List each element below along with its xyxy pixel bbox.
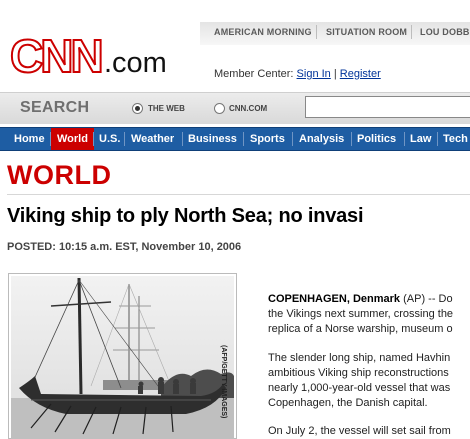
logo-brand: CNN <box>9 30 105 82</box>
article-line-text: (AP) -- Do <box>400 293 453 305</box>
top-nav-situation-room[interactable]: SITUATION ROOM <box>326 27 407 37</box>
nav-sports[interactable]: Sports <box>244 128 291 150</box>
member-center: Member Center: Sign In | Register <box>214 68 381 80</box>
article-paragraph-2: The slender long ship, named Havhin ambi… <box>268 351 470 411</box>
article-line: Copenhagen, the Danish capital. <box>268 397 428 409</box>
article-line: On July 2, the vessel will set sail from <box>268 425 451 437</box>
member-separator: | <box>333 68 337 80</box>
article-line: the Vikings next summer, crossing the <box>268 308 454 320</box>
article-line: COPENHAGEN, Denmark (AP) -- Do <box>268 292 470 307</box>
register-link[interactable]: Register <box>340 68 381 80</box>
top-nav-divider <box>316 25 317 39</box>
top-nav-american-morning[interactable]: AMERICAN MORNING <box>214 27 312 37</box>
nav-business[interactable]: Business <box>182 128 243 150</box>
posted-timestamp: POSTED: 10:15 a.m. EST, November 10, 200… <box>7 241 242 253</box>
section-title: WORLD <box>7 160 112 190</box>
nav-world[interactable]: World <box>51 128 94 150</box>
section-divider <box>7 194 470 195</box>
article-line: ambitious Viking ship reconstructions <box>268 367 449 379</box>
article-line: The slender long ship, named Havhin <box>268 352 451 364</box>
logo-suffix: .com <box>104 47 167 79</box>
nav-politics[interactable]: Politics <box>351 128 402 150</box>
search-label: SEARCH <box>20 99 90 116</box>
search-web-label[interactable]: THE WEB <box>148 104 185 113</box>
nav-analysis[interactable]: Analysis <box>293 128 350 150</box>
search-cnn-label[interactable]: CNN.COM <box>229 104 267 113</box>
nav-law[interactable]: Law <box>404 128 437 150</box>
sign-in-link[interactable]: Sign In <box>297 68 331 80</box>
cnn-logo[interactable]: CNN .com <box>9 30 210 83</box>
search-input[interactable] <box>305 96 470 118</box>
article-paragraph-1: COPENHAGEN, Denmark (AP) -- Do the Vikin… <box>268 292 470 337</box>
member-center-label: Member Center: <box>214 68 294 80</box>
nav-us[interactable]: U.S. <box>93 128 126 150</box>
dateline: COPENHAGEN, Denmark <box>268 293 401 305</box>
main-nav: Home World U.S. Weather Business Sports … <box>0 127 470 151</box>
nav-weather[interactable]: Weather <box>125 128 180 150</box>
article-line: replica of a Norse warship, museum o <box>268 323 453 335</box>
search-cnn-radio[interactable] <box>214 103 225 114</box>
photo-credit: (AFP/GETTY IMAGES) <box>220 345 227 419</box>
nav-home[interactable]: Home <box>8 128 51 150</box>
search-web-radio[interactable] <box>132 103 143 114</box>
article-headline: Viking ship to ply North Sea; no invasi <box>7 205 364 227</box>
top-nav-divider <box>411 25 412 39</box>
article-line: nearly 1,000-year-old vessel that was <box>268 382 451 394</box>
top-nav-lou-dobbs[interactable]: LOU DOBBS <box>420 27 470 37</box>
article-paragraph-3: On July 2, the vessel will set sail from <box>268 424 470 439</box>
nav-tech[interactable]: Tech <box>437 128 470 150</box>
viking-ship-photo[interactable] <box>11 276 234 439</box>
top-nav: AMERICAN MORNING SITUATION ROOM LOU DOBB… <box>0 0 470 45</box>
